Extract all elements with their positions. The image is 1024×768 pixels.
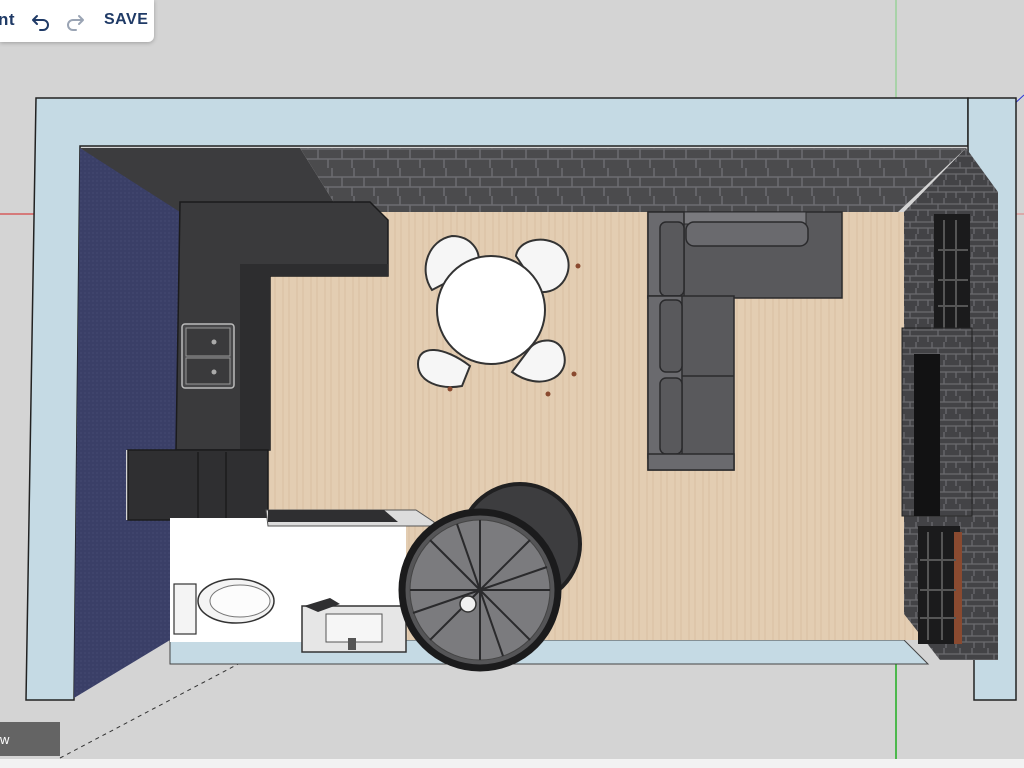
left-wall-face — [74, 148, 180, 698]
fireplace — [901, 327, 973, 517]
toolbar-partial-label[interactable]: nt — [0, 10, 15, 30]
top-toolbar: nt SAVE — [0, 0, 154, 42]
redo-icon — [67, 15, 84, 31]
status-strip — [0, 759, 1024, 768]
save-button[interactable]: SAVE — [104, 11, 148, 29]
undo-button[interactable] — [28, 8, 54, 34]
bathroom-vanity[interactable] — [301, 598, 407, 653]
double-sink[interactable] — [181, 323, 235, 389]
view-tab[interactable]: w — [0, 722, 60, 756]
dining-table[interactable] — [436, 255, 546, 365]
window-top — [934, 214, 970, 332]
redo-button[interactable] — [62, 8, 88, 34]
view-tab-label: w — [0, 731, 10, 747]
stone-wall-top — [300, 148, 966, 212]
window-bottom — [918, 526, 962, 644]
3d-viewport[interactable] — [0, 0, 1024, 768]
undo-icon — [32, 15, 49, 31]
